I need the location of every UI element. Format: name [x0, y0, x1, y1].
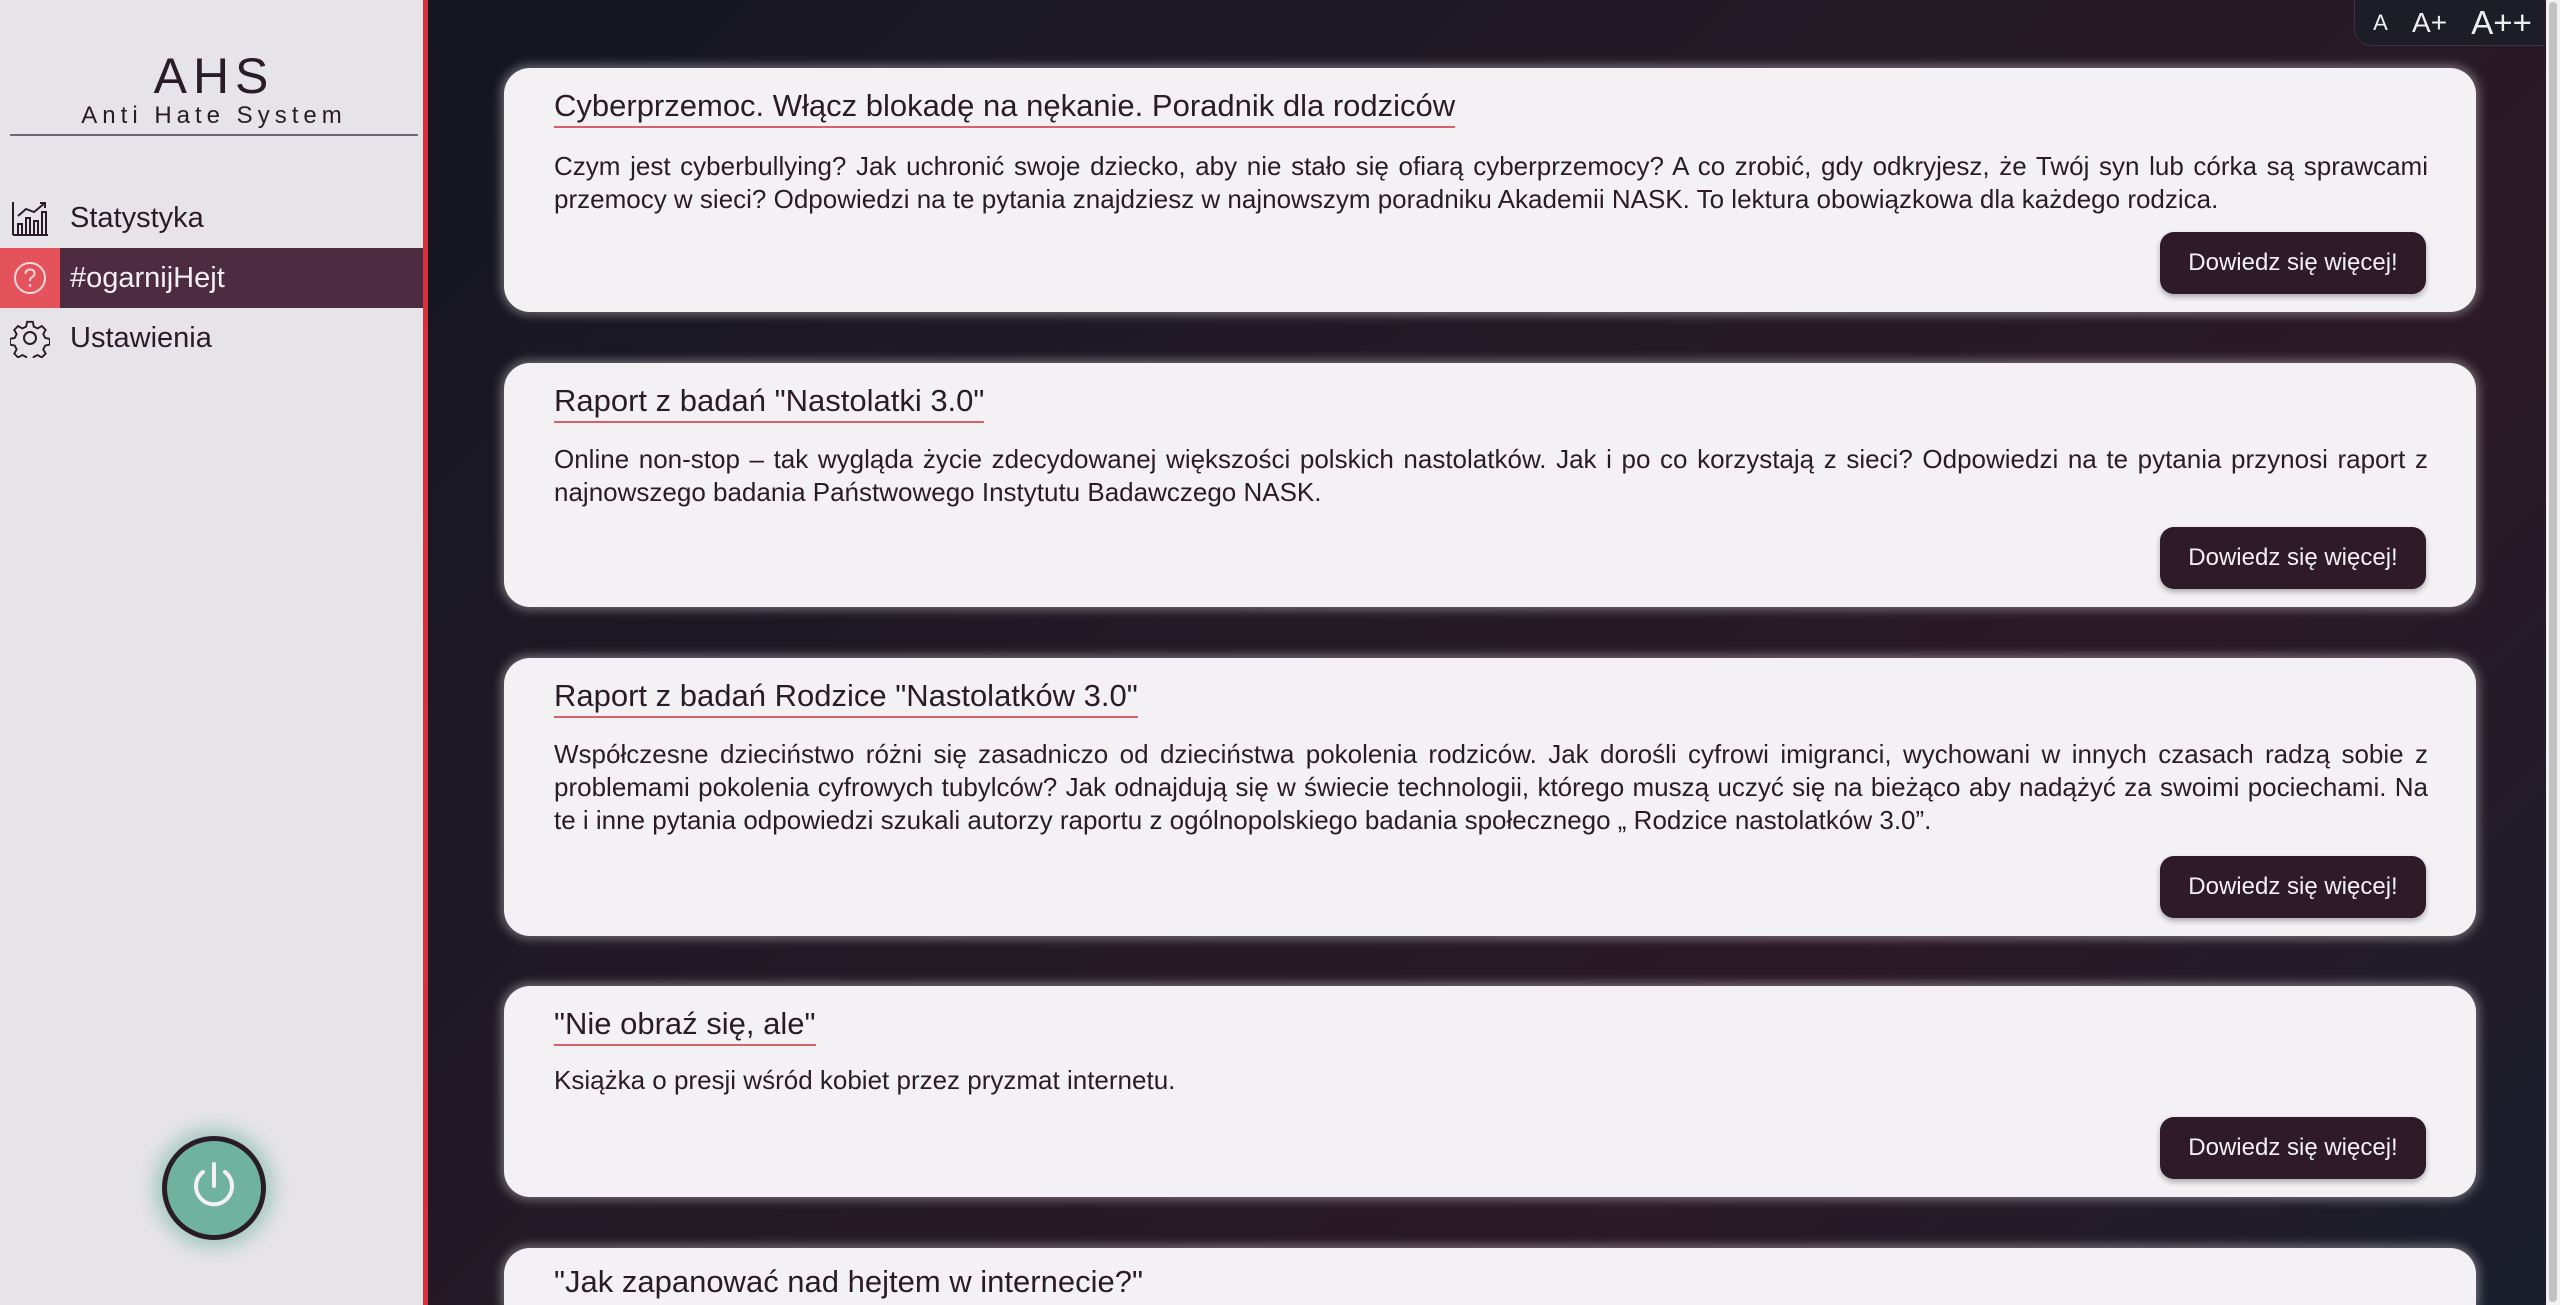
brand-subtitle: Anti Hate System — [10, 102, 418, 136]
learn-more-button[interactable]: Dowiedz się więcej! — [2160, 856, 2426, 918]
font-size-controls: A A+ A++ — [2354, 0, 2544, 46]
article-description: Online non-stop – tak wygląda życie zdec… — [554, 444, 2428, 507]
article-card: "Nie obraź się, ale" Książka o presji wś… — [504, 986, 2476, 1197]
article-title[interactable]: Cyberprzemoc. Włącz blokadę na nękanie. … — [554, 86, 1456, 128]
sidebar-nav: Statystyka #ogarnijHejt Ustawienia — [0, 188, 423, 368]
chart-icon — [0, 188, 60, 248]
sidebar-item-label: #ogarnijHejt — [70, 261, 225, 294]
sidebar: AHS Anti Hate System Statystyka #ogarnij… — [0, 0, 428, 1305]
font-size-normal-button[interactable]: A — [2373, 11, 2388, 34]
article-title[interactable]: Raport z badań "Nastolatki 3.0" — [554, 381, 985, 423]
article-description: Czym jest cyberbullying? Jak uchronić sw… — [554, 151, 2428, 214]
article-card: Raport z badań "Nastolatki 3.0" Online n… — [504, 363, 2476, 607]
article-title[interactable]: "Jak zapanować nad hejtem w internecie?" — [554, 1262, 1143, 1302]
help-circle-icon — [0, 248, 60, 308]
article-title[interactable]: Raport z badań Rodzice "Nastolatków 3.0" — [554, 676, 1138, 718]
article-title[interactable]: "Nie obraź się, ale" — [554, 1004, 816, 1046]
article-description: Książka o presji wśród kobiet przez pryz… — [554, 1065, 1176, 1095]
article-card: Cyberprzemoc. Włącz blokadę na nękanie. … — [504, 68, 2476, 312]
sidebar-item-ustawienia[interactable]: Ustawienia — [0, 308, 423, 368]
brand-title: AHS — [153, 48, 275, 104]
article-description: Współczesne dzieciństwo różni się zasadn… — [554, 739, 2428, 835]
power-icon — [184, 1156, 244, 1221]
power-button[interactable] — [162, 1136, 266, 1240]
brand: AHS Anti Hate System — [10, 46, 418, 136]
learn-more-button[interactable]: Dowiedz się więcej! — [2160, 527, 2426, 589]
sidebar-item-label: Statystyka — [70, 201, 204, 234]
learn-more-button[interactable]: Dowiedz się więcej! — [2160, 232, 2426, 294]
article-card: "Jak zapanować nad hejtem w internecie?" — [504, 1248, 2476, 1305]
learn-more-button[interactable]: Dowiedz się więcej! — [2160, 1117, 2426, 1179]
font-size-larger-button[interactable]: A+ — [2412, 8, 2447, 37]
article-card: Raport z badań Rodzice "Nastolatków 3.0"… — [504, 658, 2476, 936]
gear-icon — [0, 308, 60, 368]
scrollbar-thumb[interactable] — [2549, 2, 2557, 1302]
sidebar-item-statystyka[interactable]: Statystyka — [0, 188, 423, 248]
sidebar-item-label: Ustawienia — [70, 321, 212, 354]
font-size-largest-button[interactable]: A++ — [2471, 6, 2532, 39]
sidebar-item-ogarnijhejt[interactable]: #ogarnijHejt — [0, 248, 423, 308]
